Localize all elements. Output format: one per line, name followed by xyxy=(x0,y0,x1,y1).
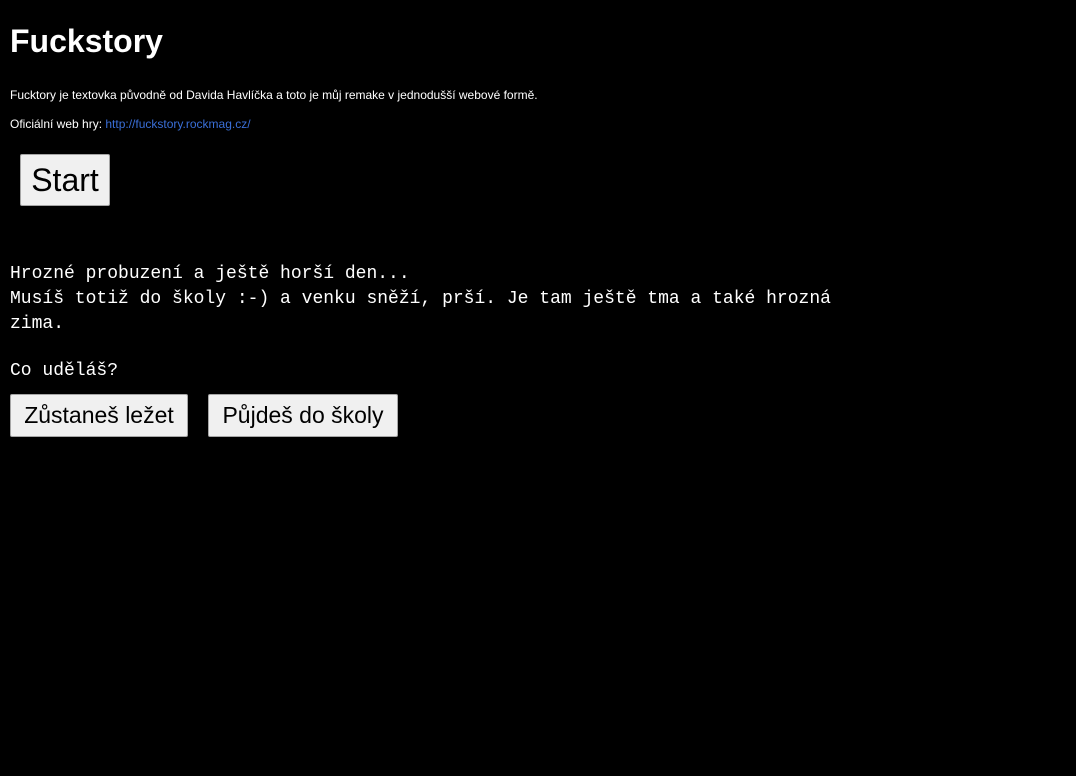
official-web-label: Oficiální web hry: xyxy=(10,117,106,131)
go-to-school-button[interactable]: Půjdeš do školy xyxy=(208,394,398,437)
story-line-3: zima. xyxy=(10,314,65,334)
story-text: Hrozné probuzení a ještě horší den... Mu… xyxy=(10,262,940,337)
stay-in-bed-button[interactable]: Zůstaneš ležet xyxy=(10,394,188,437)
start-button[interactable]: Start xyxy=(20,154,110,206)
page-title: Fuckstory xyxy=(10,23,163,59)
story-line-2: Musíš totiž do školy :-) a venku sněží, … xyxy=(10,289,831,309)
story-line-1: Hrozné probuzení a ještě horší den... xyxy=(10,264,410,284)
story-question: Co uděláš? xyxy=(10,361,119,381)
intro-text: Fucktory je textovka původně od Davida H… xyxy=(10,88,538,102)
official-web-link[interactable]: http://fuckstory.rockmag.cz/ xyxy=(105,117,250,131)
official-web-line: Oficiální web hry: http://fuckstory.rock… xyxy=(10,117,251,131)
